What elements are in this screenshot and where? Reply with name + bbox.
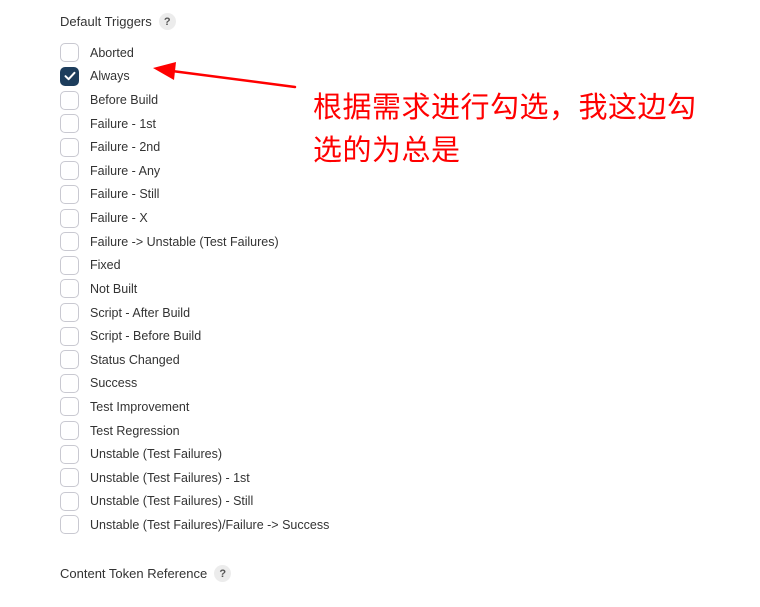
default-triggers-header: Default Triggers ? bbox=[60, 13, 176, 30]
trigger-label: Status Changed bbox=[90, 352, 180, 367]
trigger-checkbox[interactable] bbox=[60, 491, 79, 511]
trigger-option[interactable]: Failure - 1st bbox=[60, 112, 329, 136]
trigger-option[interactable]: Status Changed bbox=[60, 348, 329, 372]
default-triggers-title: Default Triggers bbox=[60, 14, 152, 29]
trigger-option[interactable]: Unstable (Test Failures)/Failure -> Succ… bbox=[60, 513, 329, 537]
trigger-option[interactable]: Test Regression bbox=[60, 419, 329, 443]
trigger-label: Unstable (Test Failures) - 1st bbox=[90, 470, 250, 485]
trigger-checkbox[interactable] bbox=[60, 397, 79, 417]
trigger-option[interactable]: Failure - 2nd bbox=[60, 135, 329, 159]
trigger-option[interactable]: Not Built bbox=[60, 277, 329, 301]
content-token-reference-title: Content Token Reference bbox=[60, 566, 208, 581]
trigger-label: Failure - 2nd bbox=[90, 140, 161, 155]
trigger-checkbox[interactable] bbox=[60, 43, 79, 63]
trigger-option[interactable]: Before Build bbox=[60, 88, 329, 112]
trigger-option[interactable]: Test Improvement bbox=[60, 395, 329, 419]
trigger-option[interactable]: Failure - Still bbox=[60, 183, 329, 207]
trigger-label: Unstable (Test Failures) bbox=[90, 447, 222, 462]
trigger-checkbox[interactable] bbox=[60, 373, 79, 393]
trigger-option[interactable]: Failure - Any bbox=[60, 159, 329, 183]
trigger-checkbox[interactable] bbox=[60, 326, 79, 346]
trigger-checkbox[interactable] bbox=[60, 350, 79, 370]
annotation-line-2: 选的为总是 bbox=[313, 133, 461, 167]
default-triggers-list: Aborted Always Before Build Failure - 1st Fa… bbox=[60, 41, 329, 537]
trigger-option[interactable]: Success bbox=[60, 372, 329, 396]
trigger-label: Failure - Still bbox=[90, 187, 160, 202]
trigger-label: Script - Before Build bbox=[90, 329, 202, 344]
trigger-label: Test Improvement bbox=[90, 399, 190, 414]
trigger-checkbox[interactable] bbox=[60, 208, 79, 228]
trigger-label: Aborted bbox=[90, 45, 134, 60]
trigger-label: Failure - 1st bbox=[90, 116, 156, 131]
trigger-option[interactable]: Failure - X bbox=[60, 206, 329, 230]
trigger-option[interactable]: Fixed bbox=[60, 253, 329, 277]
trigger-checkbox[interactable] bbox=[60, 255, 79, 275]
trigger-checkbox[interactable] bbox=[60, 232, 79, 252]
trigger-option[interactable]: Aborted bbox=[60, 41, 329, 65]
annotation-line-1: 根据需求进行勾选，我这边勾 bbox=[313, 90, 697, 124]
trigger-label: Before Build bbox=[90, 93, 159, 108]
trigger-label: Unstable (Test Failures)/Failure -> Succ… bbox=[90, 517, 330, 532]
help-icon[interactable]: ? bbox=[214, 565, 232, 582]
trigger-option[interactable]: Unstable (Test Failures) - Still bbox=[60, 490, 329, 514]
content-token-reference-header: Content Token Reference ? bbox=[60, 565, 232, 582]
trigger-checkbox[interactable] bbox=[60, 114, 79, 134]
trigger-label: Failure -> Unstable (Test Failures) bbox=[90, 234, 279, 249]
trigger-checkbox[interactable] bbox=[60, 161, 79, 181]
trigger-label: Always bbox=[90, 69, 130, 84]
trigger-label: Failure - Any bbox=[90, 163, 161, 178]
trigger-label: Test Regression bbox=[90, 423, 180, 438]
trigger-checkbox[interactable] bbox=[60, 444, 79, 464]
trigger-checkbox[interactable] bbox=[60, 90, 79, 110]
help-icon[interactable]: ? bbox=[158, 13, 176, 30]
trigger-checkbox[interactable] bbox=[60, 421, 79, 441]
trigger-label: Script - After Build bbox=[90, 305, 191, 320]
trigger-checkbox[interactable] bbox=[60, 468, 79, 488]
trigger-checkbox[interactable] bbox=[60, 279, 79, 299]
trigger-option[interactable]: Failure -> Unstable (Test Failures) bbox=[60, 230, 329, 254]
trigger-checkbox[interactable] bbox=[60, 66, 79, 86]
trigger-label: Not Built bbox=[90, 281, 138, 296]
trigger-label: Unstable (Test Failures) - Still bbox=[90, 494, 254, 509]
trigger-option[interactable]: Always bbox=[60, 65, 329, 89]
trigger-checkbox[interactable] bbox=[60, 137, 79, 157]
trigger-label: Failure - X bbox=[90, 211, 148, 226]
trigger-label: Success bbox=[90, 376, 138, 391]
trigger-checkbox[interactable] bbox=[60, 303, 79, 322]
trigger-checkbox[interactable] bbox=[60, 184, 79, 204]
trigger-option[interactable]: Script - After Build bbox=[60, 301, 329, 325]
checkmark-icon bbox=[64, 72, 75, 81]
trigger-label: Fixed bbox=[90, 258, 121, 273]
trigger-checkbox[interactable] bbox=[60, 515, 79, 535]
trigger-option[interactable]: Unstable (Test Failures) bbox=[60, 442, 329, 466]
trigger-option[interactable]: Unstable (Test Failures) - 1st bbox=[60, 466, 329, 490]
trigger-option[interactable]: Script - Before Build bbox=[60, 324, 329, 348]
annotation-text: 根据需求进行勾选，我这边勾 选的为总是 bbox=[313, 86, 753, 172]
